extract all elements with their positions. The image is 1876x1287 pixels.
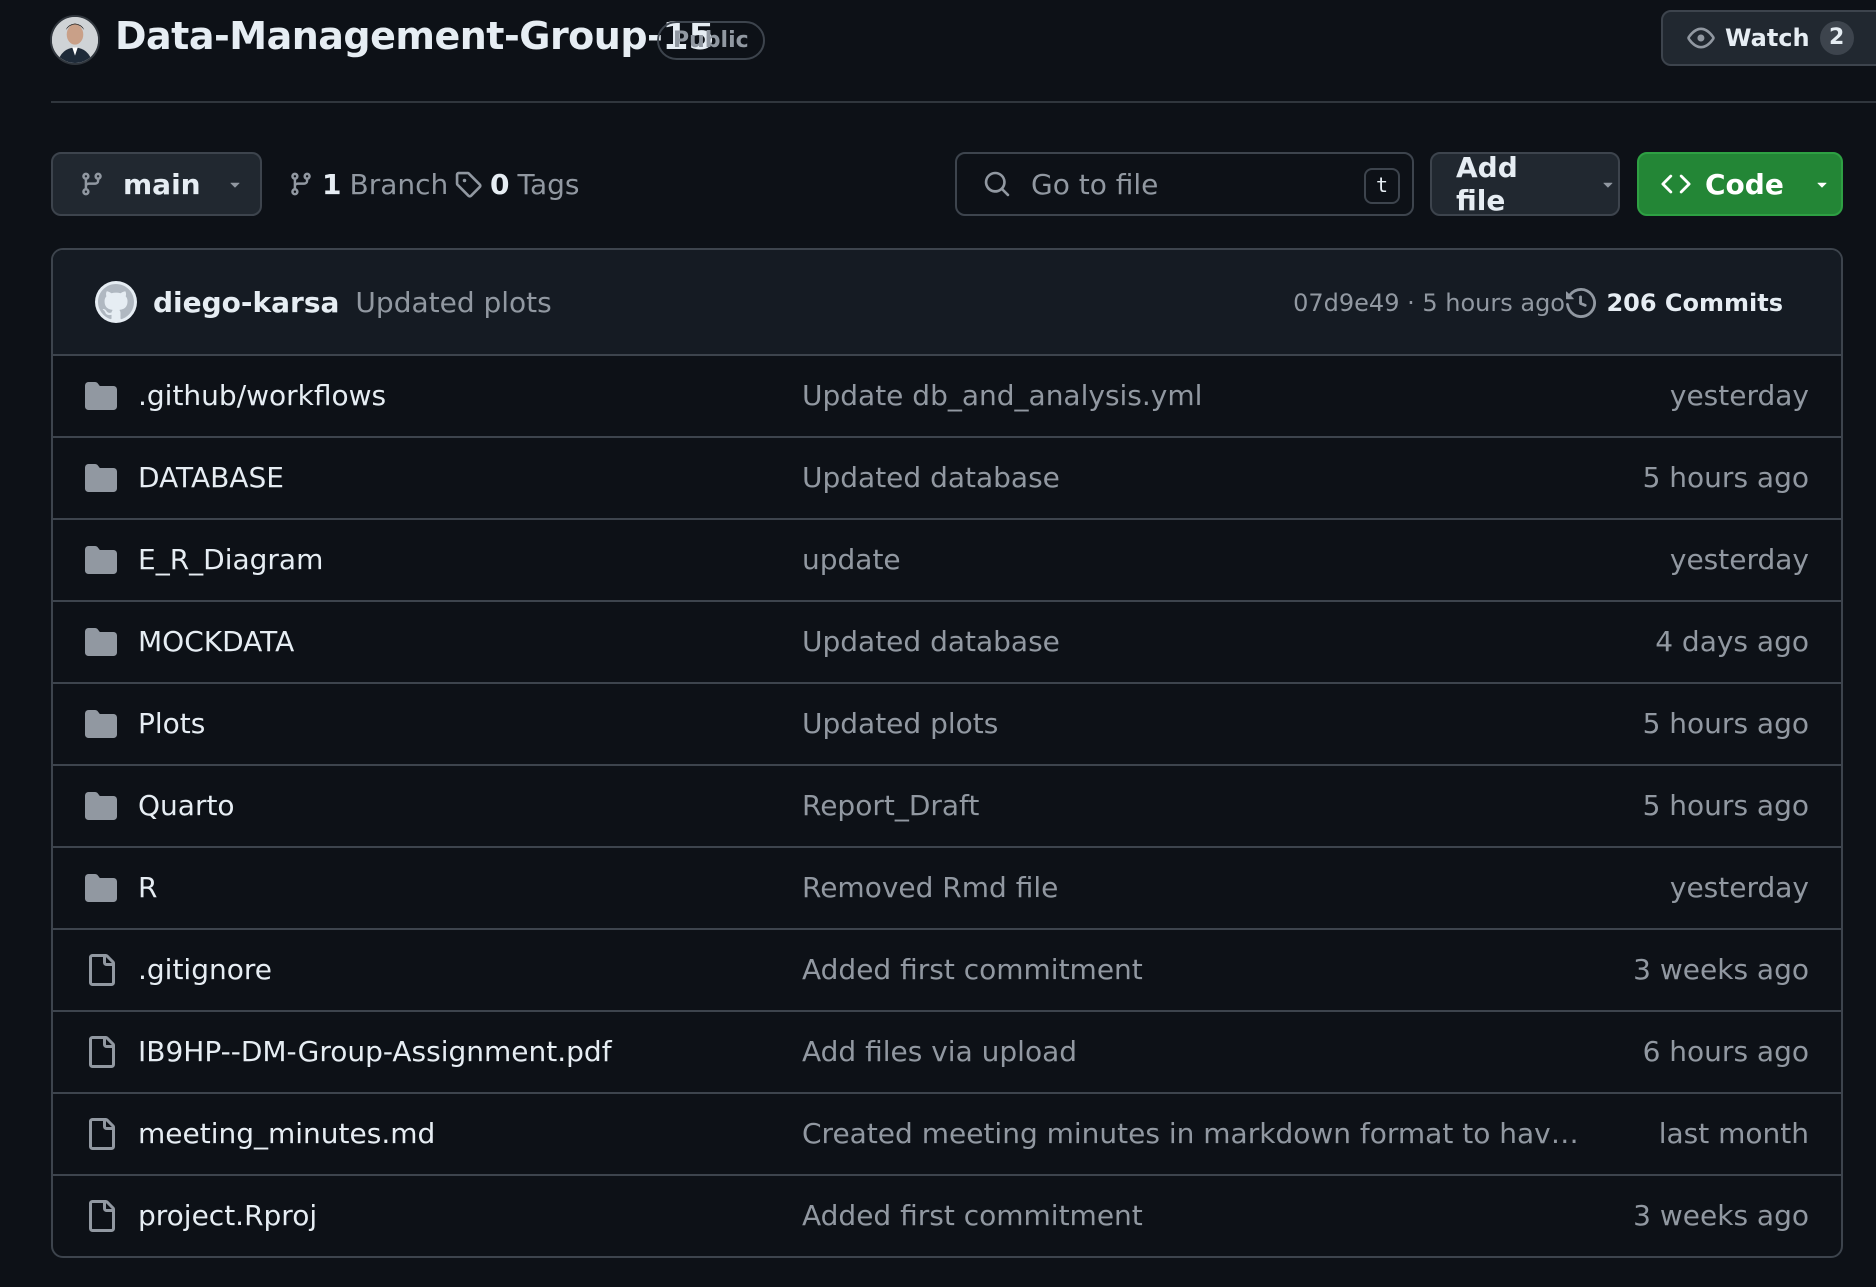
folder-icon (84, 872, 118, 904)
file-table: diego-karsa Updated plots 07d9e49 · 5 ho… (51, 248, 1843, 1258)
file-name-link[interactable]: MOCKDATA (138, 602, 294, 682)
file-commit-time: 5 hours ago (1642, 789, 1809, 822)
watch-count: 2 (1819, 21, 1854, 55)
chevron-down-icon (1817, 182, 1827, 188)
file-row[interactable]: IB9HP--DM-Group-Assignment.pdf Add files … (53, 1012, 1841, 1094)
folder-icon (84, 708, 118, 740)
branches-count: 1 (322, 167, 342, 201)
file-commit-time: yesterday (1669, 871, 1809, 904)
file-commit-time: 6 hours ago (1642, 1035, 1809, 1068)
file-row[interactable]: .github/workflows Update db_and_analysis.… (53, 356, 1841, 438)
branch-name: main (123, 167, 201, 201)
add-file-label: Add file (1456, 151, 1518, 217)
file-commit-message[interactable]: Update db_and_analysis.yml (802, 356, 1582, 436)
file-commit-message[interactable]: Created meeting minutes in markdown form… (802, 1094, 1582, 1174)
chevron-down-icon[interactable] (1872, 30, 1876, 46)
tag-icon (455, 171, 482, 198)
file-list: .github/workflows Update db_and_analysis.… (53, 356, 1841, 1256)
file-commit-message[interactable]: Add files via upload (802, 1012, 1582, 1092)
folder-icon (84, 544, 118, 576)
file-commit-time: 5 hours ago (1642, 707, 1809, 740)
file-commit-message[interactable]: Added first commitment (802, 1176, 1582, 1256)
file-icon (84, 954, 118, 986)
file-commit-time: 3 weeks ago (1633, 953, 1809, 986)
file-row[interactable]: MOCKDATA Updated database 4 days ago (53, 602, 1841, 684)
file-commit-message[interactable]: update (802, 520, 1582, 600)
chevron-down-icon (230, 182, 240, 188)
commit-author[interactable]: diego-karsa (153, 286, 339, 319)
repo-header: Data-Management-Group-15 Public Watch 2 (0, 0, 1876, 104)
file-icon (84, 1200, 118, 1232)
file-icon (84, 1118, 118, 1150)
branches-link[interactable]: 1 Branch (288, 164, 448, 204)
file-row[interactable]: project.Rproj Added first commitment 3 wee… (53, 1176, 1841, 1256)
file-commit-time: 3 weeks ago (1633, 1199, 1809, 1232)
branch-selector[interactable]: main (51, 152, 262, 216)
file-row[interactable]: .gitignore Added first commitment 3 weeks … (53, 930, 1841, 1012)
history-icon (1566, 288, 1597, 318)
file-name-link[interactable]: Quarto (138, 766, 235, 846)
commit-hash-time[interactable]: 07d9e49 · 5 hours ago (1293, 250, 1565, 356)
file-name-link[interactable]: IB9HP--DM-Group-Assignment.pdf (138, 1012, 612, 1092)
file-name-link[interactable]: E_R_Diagram (138, 520, 323, 600)
folder-icon (84, 462, 118, 494)
visibility-badge: Public (657, 21, 765, 60)
file-commit-time: last month (1658, 1117, 1809, 1150)
github-mark-icon (98, 284, 134, 320)
commit-message[interactable]: Updated plots (355, 286, 551, 319)
file-commit-message[interactable]: Updated database (802, 602, 1582, 682)
eye-icon (1687, 27, 1715, 49)
add-file-button[interactable]: Add file (1430, 151, 1620, 217)
file-commit-message[interactable]: Report_Draft (802, 766, 1582, 846)
latest-commit-bar: diego-karsa Updated plots 07d9e49 · 5 ho… (53, 250, 1841, 356)
file-commit-time: 4 days ago (1655, 625, 1809, 658)
file-commit-message[interactable]: Updated plots (802, 684, 1582, 764)
folder-icon (84, 626, 118, 658)
file-name-link[interactable]: Plots (138, 684, 205, 764)
file-commit-message[interactable]: Added first commitment (802, 930, 1582, 1010)
file-row[interactable]: meeting_minutes.md Created meeting minute… (53, 1094, 1841, 1176)
file-commit-message[interactable]: Updated database (802, 438, 1582, 518)
code-icon (1661, 174, 1691, 194)
file-row[interactable]: Quarto Report_Draft 5 hours ago (53, 766, 1841, 848)
code-button[interactable]: Code (1637, 152, 1843, 216)
commits-link[interactable]: 206 Commits (1566, 250, 1783, 356)
file-name-link[interactable]: .github/workflows (138, 356, 386, 436)
git-branch-icon (291, 172, 311, 196)
file-commit-time: yesterday (1669, 379, 1809, 412)
file-row[interactable]: E_R_Diagram update yesterday (53, 520, 1841, 602)
keyboard-shortcut: t (1364, 168, 1400, 204)
file-commit-time: 5 hours ago (1642, 461, 1809, 494)
tags-link[interactable]: 0 Tags (454, 164, 579, 204)
watch-button[interactable]: Watch 2 (1661, 10, 1876, 66)
header-divider (51, 101, 1876, 103)
file-row[interactable]: Plots Updated plots 5 hours ago (53, 684, 1841, 766)
file-name-link[interactable]: DATABASE (138, 438, 284, 518)
commits-count-label: 206 Commits (1606, 289, 1783, 317)
author-avatar[interactable] (95, 281, 137, 323)
watch-label: Watch (1725, 24, 1810, 52)
go-to-file-search[interactable]: t (955, 152, 1414, 216)
file-row[interactable]: R Removed Rmd file yesterday (53, 848, 1841, 930)
folder-icon (84, 790, 118, 822)
file-name-link[interactable]: .gitignore (138, 930, 272, 1010)
folder-icon (84, 380, 118, 412)
owner-avatar[interactable] (50, 15, 100, 65)
chevron-down-icon (1603, 182, 1613, 188)
git-branch-icon (82, 172, 102, 196)
file-name-link[interactable]: project.Rproj (138, 1176, 317, 1256)
file-row[interactable]: DATABASE Updated database 5 hours ago (53, 438, 1841, 520)
search-icon (984, 171, 1010, 197)
branches-label: Branch (349, 167, 449, 201)
file-name-link[interactable]: R (138, 848, 157, 928)
file-commit-message[interactable]: Removed Rmd file (802, 848, 1582, 928)
repo-title[interactable]: Data-Management-Group-15 (115, 14, 715, 58)
file-name-link[interactable]: meeting_minutes.md (138, 1094, 435, 1174)
tags-count: 0 (490, 167, 510, 201)
file-commit-time: yesterday (1669, 543, 1809, 576)
search-input[interactable] (1029, 166, 1329, 202)
code-label: Code (1705, 167, 1784, 201)
tags-label: Tags (517, 167, 580, 201)
file-icon (84, 1036, 118, 1068)
